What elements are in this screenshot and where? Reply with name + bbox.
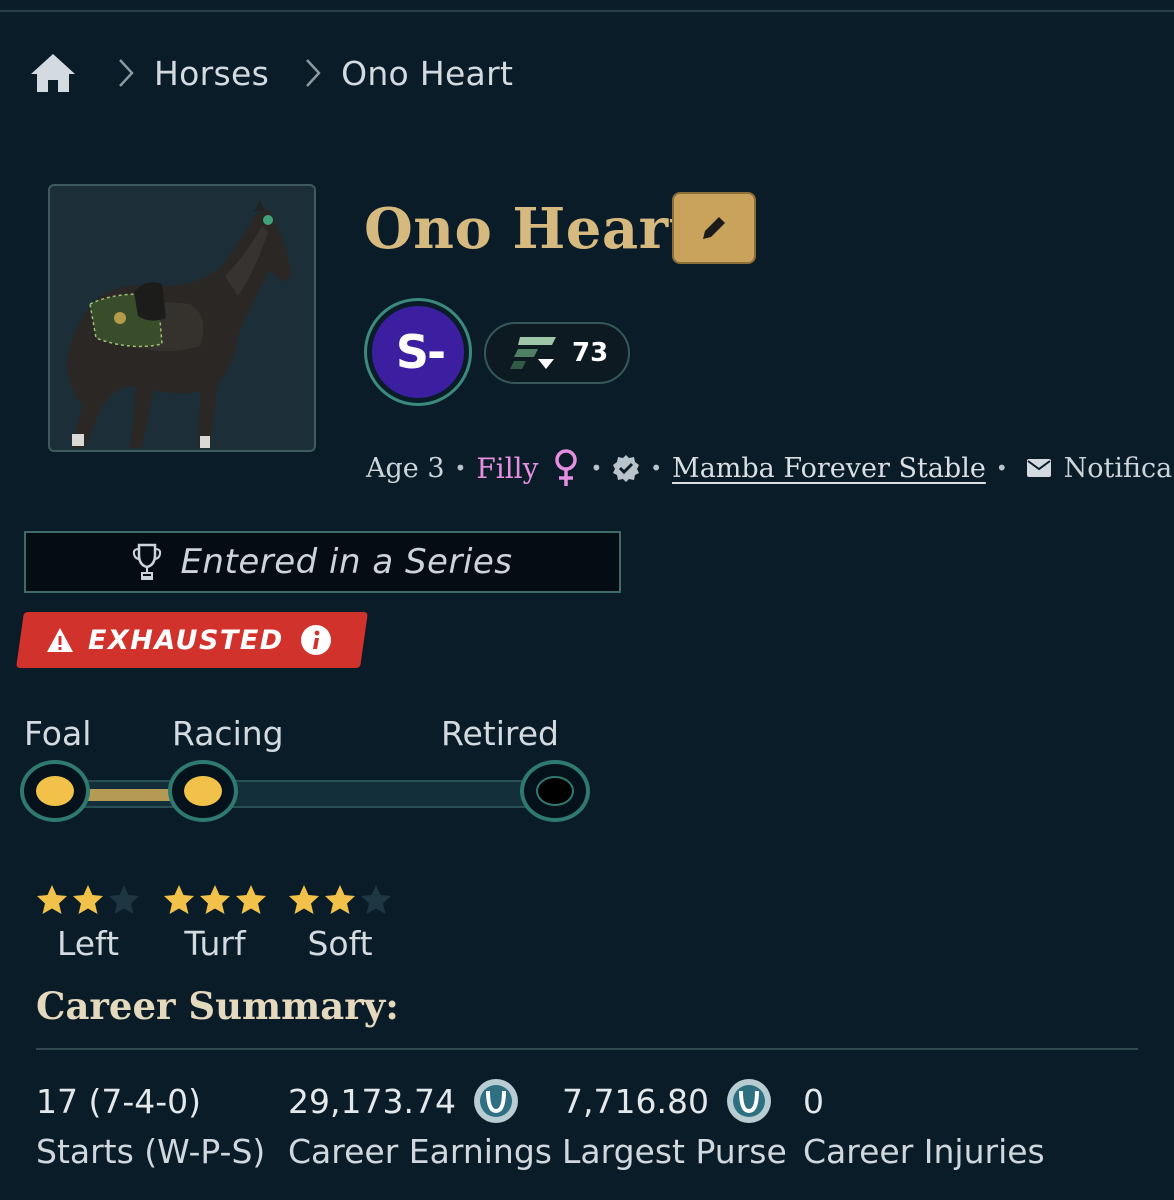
stage-dot-pending bbox=[536, 776, 574, 806]
stat-value: 17 (7-4-0) bbox=[36, 1078, 265, 1124]
star-filled-icon bbox=[200, 885, 230, 914]
trophy-icon bbox=[133, 543, 162, 580]
breadcrumb-current: Ono Heart bbox=[341, 53, 514, 93]
info-icon[interactable] bbox=[300, 624, 332, 656]
divider bbox=[36, 1048, 1138, 1050]
chevron-right-icon bbox=[306, 59, 321, 87]
rating-value: 73 bbox=[572, 338, 609, 368]
stat-label: Career Earnings bbox=[288, 1132, 552, 1171]
edit-name-button[interactable] bbox=[672, 192, 756, 264]
chevron-right-icon bbox=[119, 59, 134, 87]
stage-node-foal bbox=[20, 760, 90, 822]
coin-icon bbox=[726, 1079, 771, 1123]
horse-image bbox=[66, 200, 292, 448]
stat-value: 0 bbox=[803, 1078, 1045, 1124]
preference-left: Left bbox=[28, 880, 148, 963]
age-label: Age 3 bbox=[366, 452, 445, 484]
stat-career-earnings: 29,173.74 Career Earnings bbox=[288, 1078, 552, 1171]
star-filled-icon bbox=[325, 885, 355, 914]
exhausted-label: EXHAUSTED bbox=[88, 624, 284, 656]
home-icon[interactable] bbox=[28, 50, 78, 96]
star-filled-icon bbox=[289, 885, 319, 914]
preference-label: Turf bbox=[184, 924, 246, 963]
stage-node-retired bbox=[520, 760, 590, 822]
female-icon bbox=[555, 449, 578, 486]
separator-dot: • bbox=[454, 456, 467, 480]
grade-badge[interactable]: S- bbox=[364, 298, 472, 406]
stat-largest-purse: 7,716.80 Largest Purse bbox=[562, 1078, 787, 1171]
horse-name: Ono Heart bbox=[364, 196, 696, 262]
star-filled-icon bbox=[164, 885, 194, 914]
separator-dot: • bbox=[650, 456, 663, 480]
stat-label: Largest Purse bbox=[562, 1132, 787, 1171]
star-rating bbox=[280, 880, 400, 920]
stat-starts: 17 (7-4-0) Starts (W-P-S) bbox=[36, 1078, 266, 1172]
star-filled-icon bbox=[236, 885, 266, 914]
preference-label: Left bbox=[56, 924, 120, 963]
horse-info-row: Age 3 • Filly • • Mamba Forever Stable •… bbox=[366, 444, 1172, 492]
grade-value: S- bbox=[372, 306, 464, 398]
series-status[interactable]: Entered in a Series bbox=[24, 531, 621, 593]
stage-node-racing bbox=[168, 760, 238, 822]
stat-value-text: 0 bbox=[803, 1081, 824, 1121]
separator-dot: • bbox=[590, 456, 603, 480]
exhausted-badge[interactable]: EXHAUSTED bbox=[46, 612, 332, 668]
stat-value-text: 29,173.74 bbox=[288, 1081, 456, 1121]
breadcrumb-horses-link[interactable]: Horses bbox=[154, 54, 269, 93]
stage-label-racing: Racing bbox=[172, 714, 284, 753]
horse-portrait bbox=[48, 184, 316, 452]
stat-value-text: 7,716.80 bbox=[562, 1081, 709, 1121]
star-filled-icon bbox=[37, 885, 67, 914]
stat-value: 7,716.80 bbox=[562, 1078, 787, 1124]
coin-icon bbox=[473, 1079, 518, 1123]
notifications-link[interactable]: Notifica bbox=[1064, 453, 1173, 484]
rating-pill[interactable]: 73 bbox=[484, 322, 630, 384]
top-divider bbox=[0, 10, 1174, 12]
preference-turf: Turf bbox=[155, 880, 275, 963]
verified-icon bbox=[613, 455, 640, 482]
stable-link[interactable]: Mamba Forever Stable bbox=[672, 453, 986, 484]
star-empty-icon bbox=[109, 885, 139, 914]
pencil-icon bbox=[703, 214, 728, 239]
stat-label: Starts (W-P-S) bbox=[36, 1132, 266, 1171]
stage-dot-complete bbox=[36, 776, 74, 806]
star-rating bbox=[28, 880, 148, 920]
career-summary-title: Career Summary: bbox=[36, 984, 399, 1028]
stat-career-injuries: 0 Career Injuries bbox=[803, 1078, 1045, 1172]
series-label: Entered in a Series bbox=[180, 542, 513, 582]
preference-soft: Soft bbox=[280, 880, 400, 963]
stat-value-text: 17 (7-4-0) bbox=[36, 1081, 202, 1121]
speed-rating-icon bbox=[510, 337, 556, 369]
stage-label-retired: Retired bbox=[441, 714, 559, 753]
mail-icon[interactable] bbox=[1026, 458, 1052, 478]
sex-label: Filly bbox=[476, 451, 539, 485]
stat-label: Career Injuries bbox=[803, 1132, 1045, 1171]
preference-label: Soft bbox=[307, 924, 373, 963]
star-filled-icon bbox=[73, 885, 103, 914]
stage-dot-current bbox=[184, 776, 222, 806]
separator-dot: • bbox=[995, 456, 1008, 480]
stage-label-foal: Foal bbox=[24, 714, 92, 753]
warning-icon bbox=[47, 628, 73, 652]
stat-value: 29,173.74 bbox=[288, 1078, 552, 1124]
star-empty-icon bbox=[361, 885, 391, 914]
breadcrumb: Horses Ono Heart bbox=[28, 48, 513, 98]
star-rating bbox=[155, 880, 275, 920]
